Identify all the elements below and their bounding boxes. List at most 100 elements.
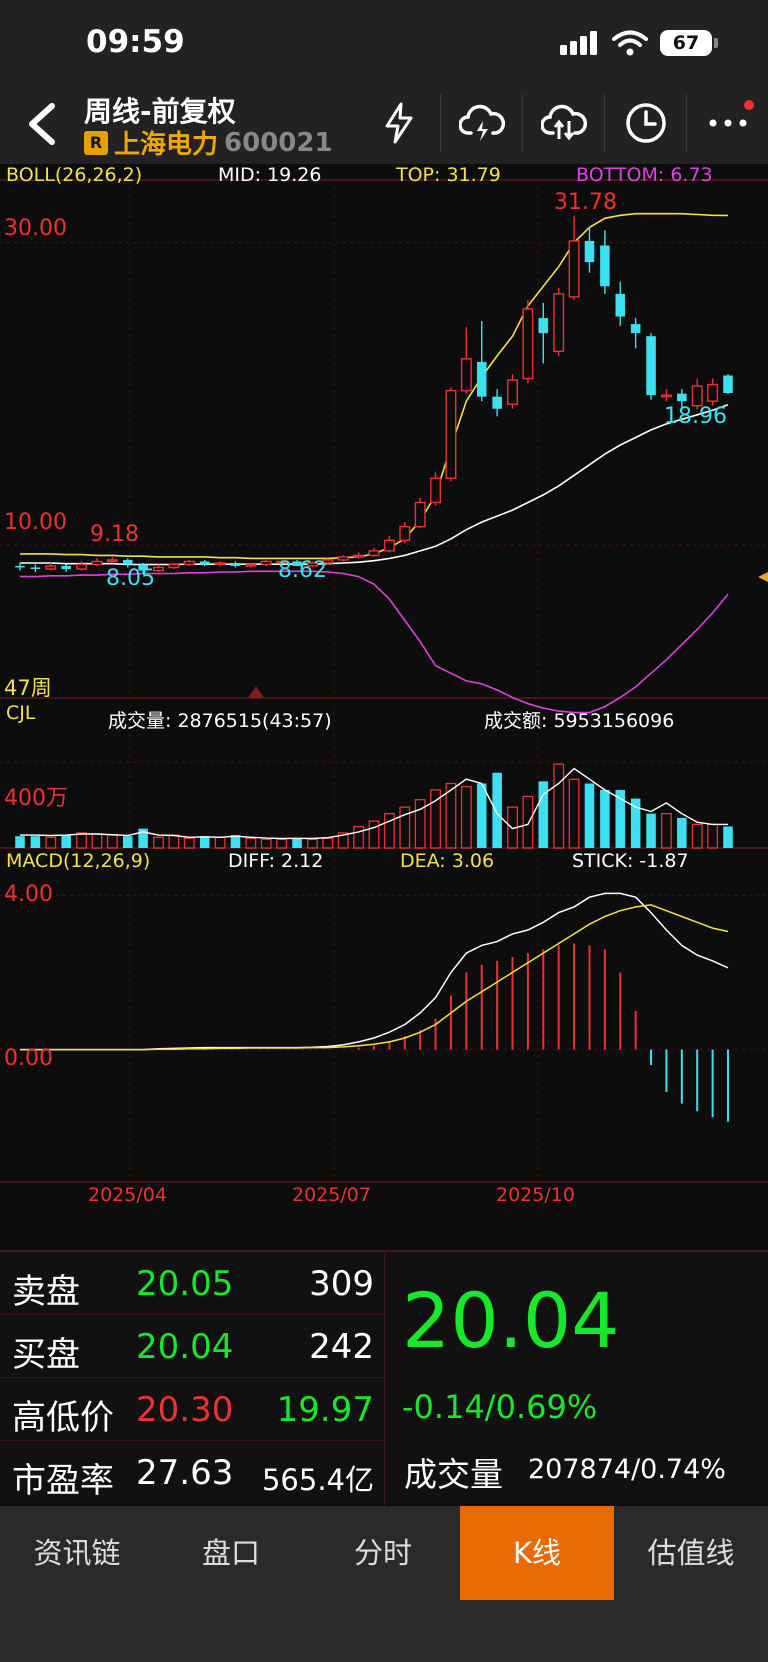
volume-bar: [45, 836, 57, 849]
candle-body: [383, 539, 395, 552]
candle-body: [214, 562, 226, 566]
candle-body: [106, 559, 118, 563]
candle-body: [460, 358, 472, 392]
kline-chart-area[interactable]: BOLL(26,26,2) MID: 19.26 TOP: 31.79 BOTT…: [0, 164, 768, 1208]
volume-indicator-label[interactable]: CJL: [6, 702, 35, 724]
candle-body: [476, 361, 487, 397]
candle-body: [553, 293, 565, 353]
volume-bar: [106, 834, 118, 849]
x-axis-label-jul: 2025/07: [292, 1184, 371, 1206]
candle-body: [568, 240, 580, 298]
candle-body: [353, 554, 365, 558]
candle-body: [30, 567, 41, 570]
candle-body: [91, 560, 103, 566]
candle-body: [630, 324, 641, 334]
sell-volume: 309: [309, 1264, 374, 1304]
candle-body: [153, 566, 164, 572]
buy-row[interactable]: 买盘 20.04 242: [0, 1315, 384, 1378]
tab-news-chain[interactable]: 资讯链: [0, 1506, 154, 1600]
boll-bottom-value: BOTTOM: 6.73: [576, 164, 713, 186]
scroll-marker: [248, 686, 264, 698]
volume-bar: [183, 837, 195, 849]
tab-order-book[interactable]: 盘口: [154, 1506, 308, 1600]
more-button[interactable]: [686, 94, 768, 152]
app-header: 周线-前复权 R 上海电力 600021: [0, 88, 768, 164]
status-icons: 67: [560, 30, 718, 56]
tab-intraday[interactable]: 分时: [306, 1506, 460, 1600]
candle-body: [723, 375, 733, 394]
margin-r-badge: R: [84, 130, 108, 155]
x-axis-label-oct: 2025/10: [496, 1184, 575, 1206]
sell-row[interactable]: 卖盘 20.05 309: [0, 1252, 384, 1315]
history-button[interactable]: [604, 94, 686, 152]
price-change: -0.14/0.69%: [402, 1388, 598, 1426]
back-chevron-icon[interactable]: [22, 100, 62, 148]
period-count-label: 47周: [4, 676, 52, 700]
candle-body: [707, 383, 719, 402]
clock-icon: [625, 103, 666, 143]
volume-bar: [61, 835, 71, 848]
volume-bar: [476, 783, 487, 848]
tab-kline[interactable]: K线: [460, 1506, 614, 1600]
volume-bar: [368, 820, 380, 849]
candle-body: [61, 565, 71, 570]
low-price: 19.97: [276, 1390, 374, 1430]
candle-body: [15, 565, 25, 568]
volume-bar: [260, 838, 272, 849]
volume-bar: [553, 763, 565, 849]
pe-value: 27.63: [136, 1453, 234, 1493]
candle-body: [691, 385, 703, 407]
volume-bar: [707, 823, 719, 849]
macd-indicator-label[interactable]: MACD(12,26,9): [6, 850, 150, 872]
kline-chart-svg[interactable]: [0, 164, 768, 1208]
candle-body: [199, 561, 210, 565]
volume-bar: [600, 789, 610, 848]
header-actions: [358, 94, 768, 152]
candle-body: [677, 393, 687, 402]
volume-label: 成交量: [404, 1455, 503, 1494]
cloud-sync-icon: [540, 104, 587, 141]
candle-body: [168, 563, 180, 569]
flash-button[interactable]: [358, 94, 440, 152]
wifi-icon: [612, 30, 648, 56]
volume-bar: [276, 838, 288, 849]
volume-bar: [91, 833, 103, 849]
stock-identity: R 上海电力 600021: [84, 124, 333, 161]
x-axis-label-apr: 2025/04: [88, 1184, 167, 1206]
volume-bar: [492, 772, 502, 848]
candle-body: [122, 559, 133, 565]
boll-indicator-label[interactable]: BOLL(26,26,2): [6, 164, 142, 186]
volume-bar: [383, 812, 395, 849]
volume-bar: [30, 836, 41, 848]
macd-diff-line: [20, 892, 729, 1051]
cloud-lightning-icon: [458, 104, 505, 141]
high-low-label: 高低价: [12, 1398, 114, 1438]
high-low-row: 高低价 20.30 19.97: [0, 1378, 384, 1441]
candle-body: [245, 563, 257, 567]
candle-body: [522, 308, 534, 380]
turnover-amount-value: 成交额: 5953156096: [484, 710, 675, 732]
low-price-label-1: 8.05: [106, 566, 155, 591]
candle-body: [399, 525, 411, 541]
volume-ratio-value: 207874/0.74%: [528, 1454, 726, 1485]
max-price-label: 31.78: [554, 190, 617, 215]
buy-label: 买盘: [12, 1335, 80, 1375]
candle-body: [430, 477, 442, 504]
price-axis-high: 30.00: [4, 216, 67, 241]
volume-bar: [168, 834, 180, 849]
pe-row: 市盈率 27.63 565.4亿: [0, 1441, 384, 1504]
macd-diff-value: DIFF: 2.12: [228, 850, 324, 872]
candle-body: [507, 379, 518, 405]
stock-name: 上海电力: [114, 130, 219, 160]
volume-bar: [568, 778, 580, 849]
candle-body: [260, 560, 272, 566]
cloud-flash-button[interactable]: [440, 94, 522, 152]
pe-label: 市盈率: [12, 1461, 114, 1501]
candle-body: [615, 293, 626, 317]
volume-bar: [307, 838, 318, 849]
volume-bar: [122, 836, 133, 848]
bottom-tab-bar: 资讯链 盘口 分时 K线 估值线: [0, 1506, 768, 1662]
tab-valuation-line[interactable]: 估值线: [614, 1506, 768, 1600]
status-bar: 09:59 67: [0, 0, 768, 88]
cloud-sync-button[interactable]: [522, 94, 604, 152]
